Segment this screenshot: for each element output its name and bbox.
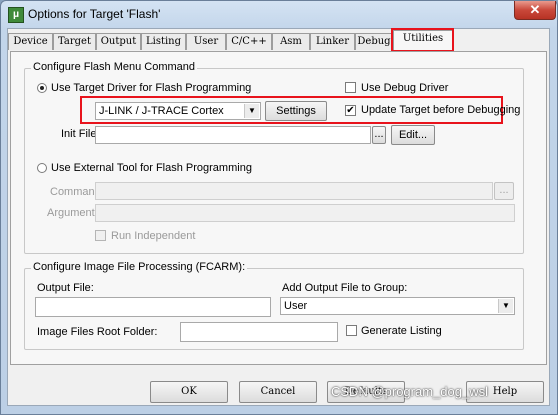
cancel-button[interactable]: Cancel [239, 381, 317, 403]
close-button[interactable]: ✕ [514, 1, 556, 20]
tab-asm[interactable]: Asm [272, 33, 310, 50]
update-target-checkbox[interactable]: ✔ [345, 105, 356, 116]
title-bar[interactable]: μ Options for Target 'Flash' ✕ [1, 1, 557, 27]
use-target-driver-radio[interactable] [37, 83, 47, 93]
generate-listing-checkbox[interactable] [346, 325, 357, 336]
output-group-dropdown[interactable]: User ▼ [280, 297, 515, 315]
tab-c-cpp[interactable]: C/C++ [226, 33, 272, 50]
tab-debug[interactable]: Debug [355, 33, 393, 50]
flash-menu-group-label: Configure Flash Menu Command [31, 61, 198, 73]
root-folder-input[interactable] [180, 322, 338, 342]
root-folder-label: Image Files Root Folder: [37, 326, 158, 338]
init-file-input[interactable] [95, 126, 371, 144]
tab-device[interactable]: Device [8, 33, 53, 50]
output-group-selected: User [284, 300, 308, 312]
generate-listing-label[interactable]: Generate Listing [361, 325, 442, 337]
add-to-group-label: Add Output File to Group: [282, 282, 408, 294]
use-external-tool-radio[interactable] [37, 163, 47, 173]
ok-button[interactable]: OK [150, 381, 228, 403]
run-independent-label: Run Independent [111, 230, 196, 242]
flash-driver-selected: J-LINK / J-TRACE Cortex [99, 105, 224, 117]
edit-button[interactable]: Edit... [391, 125, 435, 145]
use-target-driver-label[interactable]: Use Target Driver for Flash Programming [51, 82, 251, 94]
chevron-down-icon: ▼ [498, 299, 513, 313]
tab-target[interactable]: Target [53, 33, 96, 50]
use-external-tool-label[interactable]: Use External Tool for Flash Programming [51, 162, 252, 174]
tab-linker[interactable]: Linker [310, 33, 355, 50]
output-file-label: Output File: [37, 282, 94, 294]
output-file-input[interactable] [35, 297, 271, 317]
image-processing-group-label: Configure Image File Processing (FCARM): [31, 261, 248, 273]
init-file-browse-button[interactable]: ... [372, 126, 386, 144]
command-input[interactable] [95, 182, 493, 200]
init-file-label: Init File: [61, 128, 100, 140]
run-independent-checkbox[interactable] [95, 230, 106, 241]
settings-button[interactable]: Settings [265, 101, 327, 121]
update-target-label[interactable]: Update Target before Debugging [361, 104, 520, 116]
flash-driver-dropdown[interactable]: J-LINK / J-TRACE Cortex ▼ [95, 102, 261, 120]
tab-listing[interactable]: Listing [141, 33, 186, 50]
arguments-input[interactable] [95, 204, 515, 222]
csdn-watermark: CSDN @program_dog_wsl [331, 384, 488, 399]
command-browse-button[interactable]: ... [494, 182, 514, 200]
tab-user[interactable]: User [186, 33, 226, 50]
tab-output[interactable]: Output [96, 33, 141, 50]
use-debug-driver-checkbox[interactable] [345, 82, 356, 93]
utilities-tab-highlight [391, 28, 454, 52]
chevron-down-icon: ▼ [244, 104, 259, 118]
use-debug-driver-label[interactable]: Use Debug Driver [361, 82, 448, 94]
window-title: Options for Target 'Flash' [28, 7, 161, 21]
keil-app-icon: μ [8, 7, 24, 23]
